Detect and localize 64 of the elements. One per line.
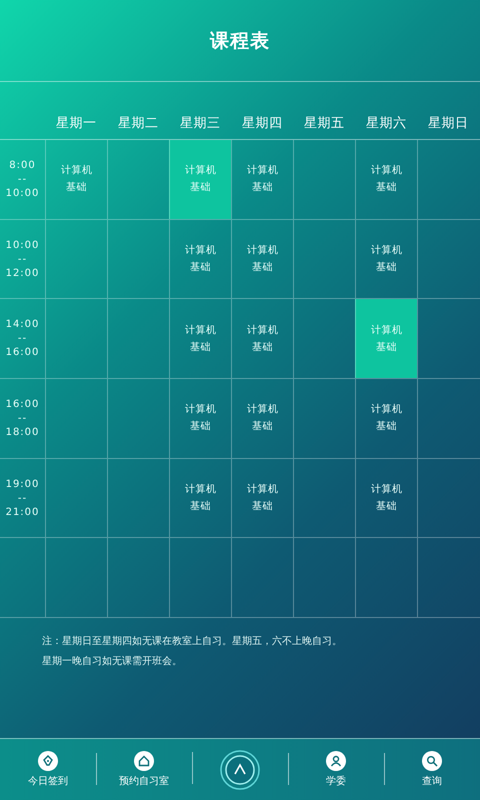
day-header: 星期四	[240, 115, 284, 132]
course-name: 计算机基础	[370, 164, 403, 196]
nav-tab[interactable]: 学委	[288, 751, 384, 788]
pen-nib-icon	[42, 755, 54, 768]
course-name: 计算机基础	[370, 482, 403, 514]
timetable-cell[interactable]: 计算机基础	[231, 458, 293, 538]
course-name: 计算机基础	[370, 324, 403, 355]
day-header: 星期五	[302, 115, 346, 132]
course-name: 计算机基础	[246, 164, 279, 196]
course-name: 计算机基础	[184, 324, 217, 355]
timetable-cell[interactable]: 计算机基础	[231, 140, 293, 219]
nav-tab[interactable]: 预约自习室	[96, 751, 192, 788]
timetable-cell[interactable]: 计算机基础	[231, 220, 293, 298]
timetable-cell[interactable]: 计算机基础	[231, 299, 293, 378]
course-name: 计算机基础	[184, 164, 217, 196]
timetable-cell[interactable]: 计算机基础	[355, 458, 417, 538]
day-header: 星期三	[178, 115, 222, 132]
timetable-cell[interactable]: 计算机基础	[169, 379, 231, 458]
day-header: 星期一	[54, 115, 98, 132]
page-title: 课程表	[210, 28, 270, 54]
time-separator: --	[18, 333, 28, 344]
time-separator: --	[18, 412, 28, 424]
timetable-cell[interactable]: 计算机基础	[169, 299, 231, 378]
time-label: 21:00	[6, 506, 40, 518]
timetable-cell[interactable]: 计算机基础	[169, 220, 231, 298]
timetable-cell[interactable]: 计算机基础	[45, 140, 107, 219]
time-label: 18:00	[6, 426, 40, 438]
person-icon	[330, 755, 342, 768]
course-name: 计算机基础	[246, 324, 279, 355]
course-name: 计算机基础	[60, 164, 93, 196]
time-label: 12:00	[6, 268, 40, 279]
course-name: 计算机基础	[184, 402, 217, 434]
time-label: 19:00	[6, 478, 40, 490]
course-name: 计算机基础	[184, 482, 217, 514]
time-label: 16:00	[6, 398, 40, 410]
time-separator: --	[18, 254, 28, 265]
course-name: 计算机基础	[246, 244, 279, 276]
time-separator: --	[18, 492, 28, 504]
time-label: 14:00	[6, 319, 40, 330]
caret-up-icon	[220, 750, 260, 790]
timetable-cell[interactable]: 计算机基础	[231, 379, 293, 458]
timetable-cell[interactable]: 计算机基础	[355, 379, 417, 458]
timetable-cell[interactable]: 计算机基础	[355, 220, 417, 298]
search-icon	[426, 755, 438, 768]
nav-tab[interactable]: 查询	[384, 751, 480, 788]
course-name: 计算机基础	[246, 482, 279, 514]
day-header: 星期二	[116, 115, 160, 132]
time-label: 16:00	[6, 347, 40, 358]
timetable-cell[interactable]: 计算机基础	[169, 458, 231, 538]
course-name: 计算机基础	[370, 244, 403, 276]
nav-tab[interactable]: 今日签到	[0, 751, 96, 788]
day-header: 星期六	[364, 115, 408, 132]
home-icon	[138, 755, 150, 768]
time-label: 10:00	[6, 188, 40, 199]
time-label: 8:00	[9, 160, 36, 171]
note-text: 注：星期日至星期四如无课在教室上自习。星期五，六不上晚自习。	[42, 634, 343, 648]
timetable-cell[interactable]: 计算机基础	[355, 140, 417, 219]
time-separator: --	[18, 174, 28, 185]
note-text: 星期一晚自习如无课需开班会。	[42, 654, 183, 668]
course-name: 计算机基础	[246, 402, 279, 434]
course-name: 计算机基础	[184, 244, 217, 276]
course-name: 计算机基础	[370, 402, 403, 434]
day-header: 星期日	[426, 115, 470, 132]
time-label: 10:00	[6, 240, 40, 251]
